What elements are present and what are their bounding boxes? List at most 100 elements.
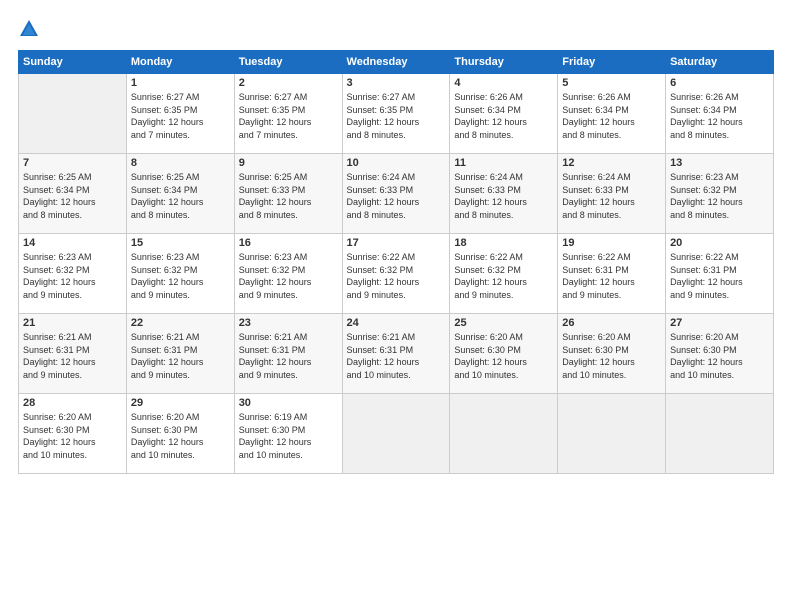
calendar-week-row: 21 Sunrise: 6:21 AM Sunset: 6:31 PM Dayli… (19, 314, 774, 394)
calendar-cell (19, 74, 127, 154)
col-header-monday: Monday (126, 51, 234, 74)
day-number: 30 (239, 397, 338, 409)
day-info: Sunrise: 6:24 AM Sunset: 6:33 PM Dayligh… (562, 171, 661, 221)
calendar-week-row: 7 Sunrise: 6:25 AM Sunset: 6:34 PM Daylig… (19, 154, 774, 234)
calendar-cell: 2 Sunrise: 6:27 AM Sunset: 6:35 PM Daylig… (234, 74, 342, 154)
day-info: Sunrise: 6:20 AM Sunset: 6:30 PM Dayligh… (131, 411, 230, 461)
day-number: 10 (347, 157, 446, 169)
day-info: Sunrise: 6:20 AM Sunset: 6:30 PM Dayligh… (23, 411, 122, 461)
day-info: Sunrise: 6:20 AM Sunset: 6:30 PM Dayligh… (670, 331, 769, 381)
calendar-cell: 30 Sunrise: 6:19 AM Sunset: 6:30 PM Dayli… (234, 394, 342, 474)
day-info: Sunrise: 6:22 AM Sunset: 6:32 PM Dayligh… (454, 251, 553, 301)
day-number: 20 (670, 237, 769, 249)
logo-icon (18, 18, 40, 40)
day-number: 8 (131, 157, 230, 169)
day-number: 5 (562, 77, 661, 89)
day-info: Sunrise: 6:21 AM Sunset: 6:31 PM Dayligh… (131, 331, 230, 381)
calendar-cell: 19 Sunrise: 6:22 AM Sunset: 6:31 PM Dayli… (558, 234, 666, 314)
calendar-cell: 11 Sunrise: 6:24 AM Sunset: 6:33 PM Dayli… (450, 154, 558, 234)
day-number: 18 (454, 237, 553, 249)
col-header-thursday: Thursday (450, 51, 558, 74)
day-info: Sunrise: 6:26 AM Sunset: 6:34 PM Dayligh… (670, 91, 769, 141)
day-info: Sunrise: 6:23 AM Sunset: 6:32 PM Dayligh… (131, 251, 230, 301)
day-info: Sunrise: 6:19 AM Sunset: 6:30 PM Dayligh… (239, 411, 338, 461)
day-number: 19 (562, 237, 661, 249)
day-info: Sunrise: 6:22 AM Sunset: 6:31 PM Dayligh… (670, 251, 769, 301)
calendar-cell: 7Sunrise: 6:25 AM Sunset: 6:34 PM Daylig… (19, 154, 127, 234)
calendar-cell: 14 Sunrise: 6:23 AM Sunset: 6:32 PM Dayli… (19, 234, 127, 314)
day-number: 25 (454, 317, 553, 329)
day-number: 9 (239, 157, 338, 169)
col-header-sunday: Sunday (19, 51, 127, 74)
page: SundayMondayTuesdayWednesdayThursdayFrid… (0, 0, 792, 612)
day-number: 3 (347, 77, 446, 89)
calendar-cell: 5 Sunrise: 6:26 AM Sunset: 6:34 PM Daylig… (558, 74, 666, 154)
calendar-cell: 28 Sunrise: 6:20 AM Sunset: 6:30 PM Dayli… (19, 394, 127, 474)
calendar-cell (342, 394, 450, 474)
calendar-cell: 22 Sunrise: 6:21 AM Sunset: 6:31 PM Dayli… (126, 314, 234, 394)
day-info: Sunrise: 6:23 AM Sunset: 6:32 PM Dayligh… (670, 171, 769, 221)
header (18, 18, 774, 40)
day-number: 11 (454, 157, 553, 169)
calendar-cell: 4 Sunrise: 6:26 AM Sunset: 6:34 PM Daylig… (450, 74, 558, 154)
day-number: 15 (131, 237, 230, 249)
col-header-friday: Friday (558, 51, 666, 74)
col-header-saturday: Saturday (666, 51, 774, 74)
day-number: 23 (239, 317, 338, 329)
day-number: 24 (347, 317, 446, 329)
day-info: Sunrise: 6:21 AM Sunset: 6:31 PM Dayligh… (347, 331, 446, 381)
day-number: 13 (670, 157, 769, 169)
calendar-cell (558, 394, 666, 474)
day-info: Sunrise: 6:20 AM Sunset: 6:30 PM Dayligh… (562, 331, 661, 381)
calendar-cell (666, 394, 774, 474)
day-number: 27 (670, 317, 769, 329)
calendar-cell: 9 Sunrise: 6:25 AM Sunset: 6:33 PM Daylig… (234, 154, 342, 234)
calendar-cell: 17Sunrise: 6:22 AM Sunset: 6:32 PM Dayli… (342, 234, 450, 314)
day-number: 21 (23, 317, 122, 329)
day-info: Sunrise: 6:27 AM Sunset: 6:35 PM Dayligh… (239, 91, 338, 141)
calendar-cell: 23 Sunrise: 6:21 AM Sunset: 6:31 PM Dayli… (234, 314, 342, 394)
day-number: 22 (131, 317, 230, 329)
calendar-cell: 8 Sunrise: 6:25 AM Sunset: 6:34 PM Daylig… (126, 154, 234, 234)
day-number: 29 (131, 397, 230, 409)
day-number: 2 (239, 77, 338, 89)
day-number: 4 (454, 77, 553, 89)
calendar-cell: 1Sunrise: 6:27 AM Sunset: 6:35 PM Daylig… (126, 74, 234, 154)
calendar-cell: 15 Sunrise: 6:23 AM Sunset: 6:32 PM Dayli… (126, 234, 234, 314)
day-info: Sunrise: 6:24 AM Sunset: 6:33 PM Dayligh… (454, 171, 553, 221)
day-info: Sunrise: 6:20 AM Sunset: 6:30 PM Dayligh… (454, 331, 553, 381)
col-header-wednesday: Wednesday (342, 51, 450, 74)
calendar-cell: 3 Sunrise: 6:27 AM Sunset: 6:35 PM Daylig… (342, 74, 450, 154)
day-info: Sunrise: 6:23 AM Sunset: 6:32 PM Dayligh… (23, 251, 122, 301)
calendar-week-row: 1Sunrise: 6:27 AM Sunset: 6:35 PM Daylig… (19, 74, 774, 154)
day-number: 7 (23, 157, 122, 169)
day-info: Sunrise: 6:26 AM Sunset: 6:34 PM Dayligh… (454, 91, 553, 141)
calendar-header-row: SundayMondayTuesdayWednesdayThursdayFrid… (19, 51, 774, 74)
day-number: 16 (239, 237, 338, 249)
day-number: 28 (23, 397, 122, 409)
calendar-cell: 21 Sunrise: 6:21 AM Sunset: 6:31 PM Dayli… (19, 314, 127, 394)
calendar-cell: 27 Sunrise: 6:20 AM Sunset: 6:30 PM Dayli… (666, 314, 774, 394)
day-info: Sunrise: 6:22 AM Sunset: 6:32 PM Dayligh… (347, 251, 446, 301)
calendar-cell (450, 394, 558, 474)
col-header-tuesday: Tuesday (234, 51, 342, 74)
calendar-cell: 6 Sunrise: 6:26 AM Sunset: 6:34 PM Daylig… (666, 74, 774, 154)
day-info: Sunrise: 6:22 AM Sunset: 6:31 PM Dayligh… (562, 251, 661, 301)
day-info: Sunrise: 6:24 AM Sunset: 6:33 PM Dayligh… (347, 171, 446, 221)
day-number: 6 (670, 77, 769, 89)
day-info: Sunrise: 6:25 AM Sunset: 6:34 PM Dayligh… (131, 171, 230, 221)
day-number: 26 (562, 317, 661, 329)
calendar-cell: 26 Sunrise: 6:20 AM Sunset: 6:30 PM Dayli… (558, 314, 666, 394)
day-info: Sunrise: 6:26 AM Sunset: 6:34 PM Dayligh… (562, 91, 661, 141)
day-info: Sunrise: 6:21 AM Sunset: 6:31 PM Dayligh… (239, 331, 338, 381)
calendar-cell: 12Sunrise: 6:24 AM Sunset: 6:33 PM Dayli… (558, 154, 666, 234)
day-info: Sunrise: 6:25 AM Sunset: 6:33 PM Dayligh… (239, 171, 338, 221)
day-info: Sunrise: 6:27 AM Sunset: 6:35 PM Dayligh… (347, 91, 446, 141)
calendar-cell: 10 Sunrise: 6:24 AM Sunset: 6:33 PM Dayli… (342, 154, 450, 234)
calendar-cell: 24 Sunrise: 6:21 AM Sunset: 6:31 PM Dayli… (342, 314, 450, 394)
calendar-cell: 20 Sunrise: 6:22 AM Sunset: 6:31 PM Dayli… (666, 234, 774, 314)
calendar-cell: 13 Sunrise: 6:23 AM Sunset: 6:32 PM Dayli… (666, 154, 774, 234)
calendar-cell: 16Sunrise: 6:23 AM Sunset: 6:32 PM Dayli… (234, 234, 342, 314)
day-number: 14 (23, 237, 122, 249)
day-info: Sunrise: 6:21 AM Sunset: 6:31 PM Dayligh… (23, 331, 122, 381)
